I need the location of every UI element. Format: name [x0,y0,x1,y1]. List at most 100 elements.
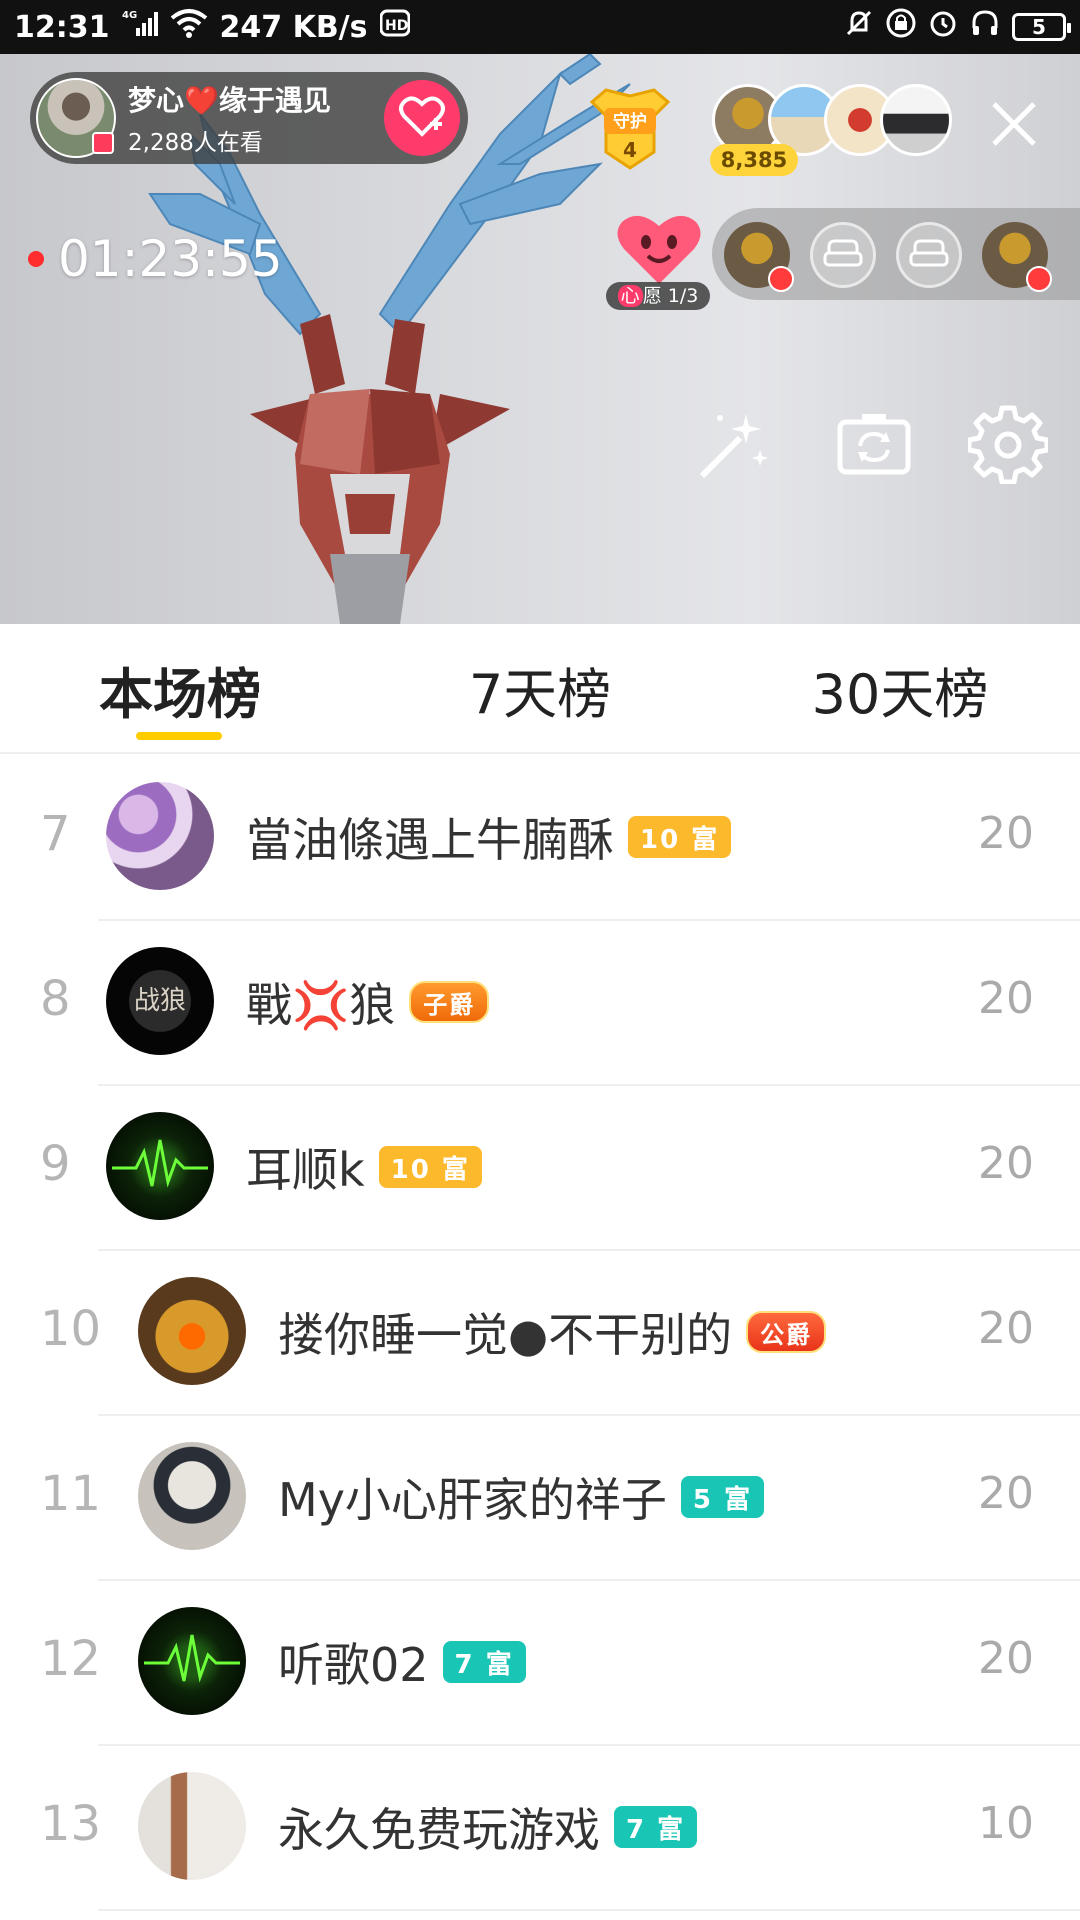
user-name: 戰💢狼 [246,978,396,1032]
rank-number: 11 [40,1466,102,1522]
rank-number: 9 [40,1136,71,1192]
camera-flip-icon [837,414,911,475]
live-indicator-icon [92,132,114,154]
mute-icon [844,8,874,46]
user-name-group: 永久免费玩游戏 7 富 [278,1794,698,1860]
user-name: 當油條遇上牛腩酥 [246,813,614,867]
tab-7-days[interactable]: 7天榜 [469,650,611,729]
svg-text:战狼: 战狼 [134,986,186,1016]
guard-badge[interactable]: 守护 4 [582,82,678,174]
status-bar: 12:31 4G 247 KB/s HD 5 [0,0,1080,54]
seat-occupied[interactable] [982,222,1052,292]
contribution-score: 20 [978,1633,1034,1684]
user-avatar[interactable] [106,782,214,890]
magic-wand-icon [699,414,768,479]
list-item[interactable]: 8 战狼 戰💢狼 子爵 20 [0,921,1080,1086]
seat-icon [823,239,863,267]
user-avatar[interactable] [138,1277,246,1385]
wish-tag: 心 [617,285,643,307]
follow-button[interactable] [384,80,460,156]
logo-text-icon: 战狼 [134,986,186,1016]
fan-contribution-count: 8,385 [710,144,798,176]
level-badge: 子爵 [409,981,490,1023]
wish-count: 愿 1/3 [642,285,699,307]
status-time: 12:31 [14,9,110,45]
contribution-score: 20 [978,1138,1034,1189]
user-avatar[interactable] [138,1772,246,1880]
user-name-group: 當油條遇上牛腩酥 10 富 [246,804,732,870]
recording-dot-icon [28,251,44,267]
list-item[interactable]: 12 听歌02 7 富 20 [0,1581,1080,1746]
seat-icon [909,239,949,267]
seat-empty[interactable] [896,222,962,288]
user-name-group: 耳顺k 10 富 [246,1134,482,1200]
rank-number: 12 [40,1631,102,1687]
level-badge: 公爵 [746,1311,827,1353]
level-badge: 10 富 [378,1146,482,1188]
heartbeat-icon [112,1139,208,1188]
battery-icon: 5 [1012,13,1071,41]
tab-indicator [136,732,222,740]
user-avatar[interactable] [138,1442,246,1550]
svg-text:4G: 4G [122,10,137,21]
user-name-group: 搂你睡一觉●不干别的 公爵 [278,1299,827,1365]
list-item[interactable]: 7 當油條遇上牛腩酥 10 富 20 [0,756,1080,921]
contribution-score: 20 [978,973,1034,1024]
close-button[interactable] [984,94,1044,154]
headphones-icon [970,8,1000,46]
hd-icon: HD [379,8,410,46]
wish-button[interactable]: 心愿 1/3 [604,204,714,314]
net-speed: 247 KB/s [219,9,368,45]
contribution-score: 20 [978,808,1034,859]
user-name: 耳顺k [246,1143,365,1197]
settings-gear-icon [966,405,1050,485]
settings-button[interactable] [966,404,1050,485]
rank-number: 7 [40,806,71,862]
svg-text:HD: HD [385,18,408,34]
guest-seats [712,208,1080,300]
lock-icon [886,8,916,46]
rank-number: 8 [40,971,71,1027]
user-name: 搂你睡一觉●不干别的 [278,1308,733,1362]
user-avatar[interactable] [106,1112,214,1220]
user-name-group: 戰💢狼 子爵 [246,969,490,1035]
battery-level: 5 [1032,15,1046,39]
close-icon [992,102,1036,146]
tab-current-session[interactable]: 本场榜 [99,650,261,729]
wish-progress: 心愿 1/3 [606,282,710,310]
host-info-pill[interactable]: 梦心❤️缘于遇见 2,288人在看 [30,72,468,164]
contribution-score: 10 [978,1798,1034,1849]
fan-avatar[interactable] [880,84,952,156]
tab-30-days[interactable]: 30天榜 [812,650,989,729]
timer-text: 01:23:55 [58,230,283,288]
list-item[interactable]: 11 My小心肝家的祥子 5 富 20 [0,1416,1080,1581]
user-name-group: My小心肝家的祥子 5 富 [278,1464,765,1530]
level-badge: 7 富 [614,1806,698,1848]
user-avatar[interactable] [138,1607,246,1715]
user-name-group: 听歌02 7 富 [278,1629,526,1695]
level-badge: 7 富 [442,1641,526,1683]
viewer-count: 2,288人在看 [128,130,263,156]
list-item[interactable]: 10 搂你睡一觉●不干别的 公爵 20 [0,1251,1080,1416]
beauty-filter-button[interactable] [694,404,774,484]
seat-empty[interactable] [810,222,876,288]
contribution-score: 20 [978,1303,1034,1354]
seat-icon [1026,266,1052,292]
rank-number: 13 [40,1796,102,1852]
flip-camera-button[interactable] [834,404,914,484]
list-item[interactable]: 13 永久免费玩游戏 7 富 10 [0,1746,1080,1911]
user-avatar[interactable]: 战狼 [106,947,214,1055]
heart-face-icon [617,215,701,284]
host-avatar[interactable] [36,78,116,158]
heart-plus-icon [398,94,446,142]
svg-text:守护: 守护 [613,111,647,132]
list-item[interactable]: 9 耳顺k 10 富 20 [0,1086,1080,1251]
contribution-score: 20 [978,1468,1034,1519]
seat-icon [768,266,794,292]
rank-number: 10 [40,1301,102,1357]
user-name: 永久免费玩游戏 [278,1803,600,1857]
live-video-area[interactable]: 梦心❤️缘于遇见 2,288人在看 守护 4 8,385 01:23:55 心 … [0,54,1080,624]
host-name: 梦心❤️缘于遇见 [128,84,331,117]
level-badge: 10 富 [628,816,732,858]
seat-occupied[interactable] [724,222,794,292]
